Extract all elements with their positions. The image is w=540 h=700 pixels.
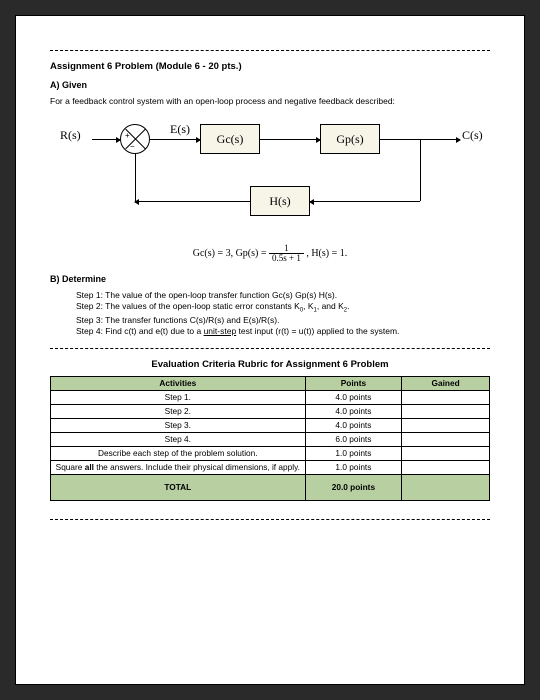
cell-pts: 4.0 points (305, 404, 402, 418)
table-row: Step 2.4.0 points (51, 404, 490, 418)
cell-pts: 1.0 points (305, 446, 402, 460)
cell-act: Step 3. (51, 418, 306, 432)
step-item: Step 4: Find c(t) and e(t) due to a unit… (76, 326, 490, 336)
arrow-h-to-sum-h (135, 201, 250, 202)
cell-pts: 4.0 points (305, 418, 402, 432)
block-diagram: R(s) + − E(s) Gc(s) Gp(s) C(s) H(s) (50, 116, 490, 236)
equation-line: Gc(s) = 3, Gp(s) = 1 0.5s + 1 , H(s) = 1… (50, 244, 490, 264)
cell-gained (402, 404, 490, 418)
steps-list: Step 1: The value of the open-loop trans… (76, 290, 490, 336)
table-row: Step 3.4.0 points (51, 418, 490, 432)
cell-total-label: TOTAL (51, 474, 306, 500)
table-header-row: Activities Points Gained (51, 376, 490, 390)
col-gained: Gained (402, 376, 490, 390)
eq-post: , H(s) = 1. (306, 248, 347, 259)
cell-gained (402, 418, 490, 432)
signal-c: C(s) (462, 128, 483, 143)
feedback-up (135, 154, 136, 201)
col-points: Points (305, 376, 402, 390)
rubric-table: Activities Points Gained Step 1.4.0 poin… (50, 376, 490, 501)
cell-act: Step 4. (51, 432, 306, 446)
cell-gained (402, 460, 490, 474)
cell-act: Square all the answers. Include their ph… (51, 460, 306, 474)
step-item: Step 3: The transfer functions C(s)/R(s)… (76, 315, 490, 325)
arrow-sum-to-gc (150, 139, 200, 140)
col-activities: Activities (51, 376, 306, 390)
block-h: H(s) (250, 186, 310, 216)
cell-pts: 6.0 points (305, 432, 402, 446)
cell-gained (402, 390, 490, 404)
cell-gained (402, 432, 490, 446)
section-b-heading: B) Determine (50, 274, 490, 284)
summing-junction: + − (120, 124, 150, 154)
sum-plus: + (125, 131, 130, 140)
rubric-title: Evaluation Criteria Rubric for Assignmen… (50, 359, 490, 370)
section-a-heading: A) Given (50, 80, 490, 90)
feedback-down (420, 139, 421, 201)
arrow-r-to-sum (92, 139, 120, 140)
arrow-gc-to-gp (260, 139, 320, 140)
table-row: Describe each step of the problem soluti… (51, 446, 490, 460)
eq-pre: Gc(s) = 3, Gp(s) = (193, 248, 269, 259)
cell-gained (402, 446, 490, 460)
eq-denominator: 0.5s + 1 (269, 254, 304, 263)
step-text: Step 3: The transfer functions C(s)/R(s)… (76, 315, 279, 325)
block-gc: Gc(s) (200, 124, 260, 154)
cell-total-pts: 20.0 points (305, 474, 402, 500)
step-text: Step 1: The value of the open-loop trans… (76, 290, 337, 300)
step-item: Step 2: The values of the open-loop stat… (76, 301, 490, 314)
cell-pts: 4.0 points (305, 390, 402, 404)
rule-top (50, 50, 490, 51)
rule-bottom (50, 519, 490, 520)
table-total-row: TOTAL 20.0 points (51, 474, 490, 500)
eq-fraction: 1 0.5s + 1 (269, 244, 304, 264)
given-description: For a feedback control system with an op… (50, 96, 490, 106)
sum-minus: − (130, 142, 135, 151)
signal-r: R(s) (60, 128, 81, 143)
step-item: Step 1: The value of the open-loop trans… (76, 290, 490, 300)
table-row: Step 1.4.0 points (51, 390, 490, 404)
rule-mid (50, 348, 490, 349)
table-row: Step 4.6.0 points (51, 432, 490, 446)
cell-total-gained (402, 474, 490, 500)
cell-act: Describe each step of the problem soluti… (51, 446, 306, 460)
cell-act: Step 2. (51, 404, 306, 418)
cell-act: Step 1. (51, 390, 306, 404)
cell-pts: 1.0 points (305, 460, 402, 474)
block-gp: Gp(s) (320, 124, 380, 154)
arrow-to-h (310, 201, 420, 202)
table-row: Square all the answers. Include their ph… (51, 460, 490, 474)
assignment-title: Assignment 6 Problem (Module 6 - 20 pts.… (50, 61, 490, 72)
document-page: Assignment 6 Problem (Module 6 - 20 pts.… (15, 15, 525, 685)
signal-e: E(s) (170, 122, 190, 137)
